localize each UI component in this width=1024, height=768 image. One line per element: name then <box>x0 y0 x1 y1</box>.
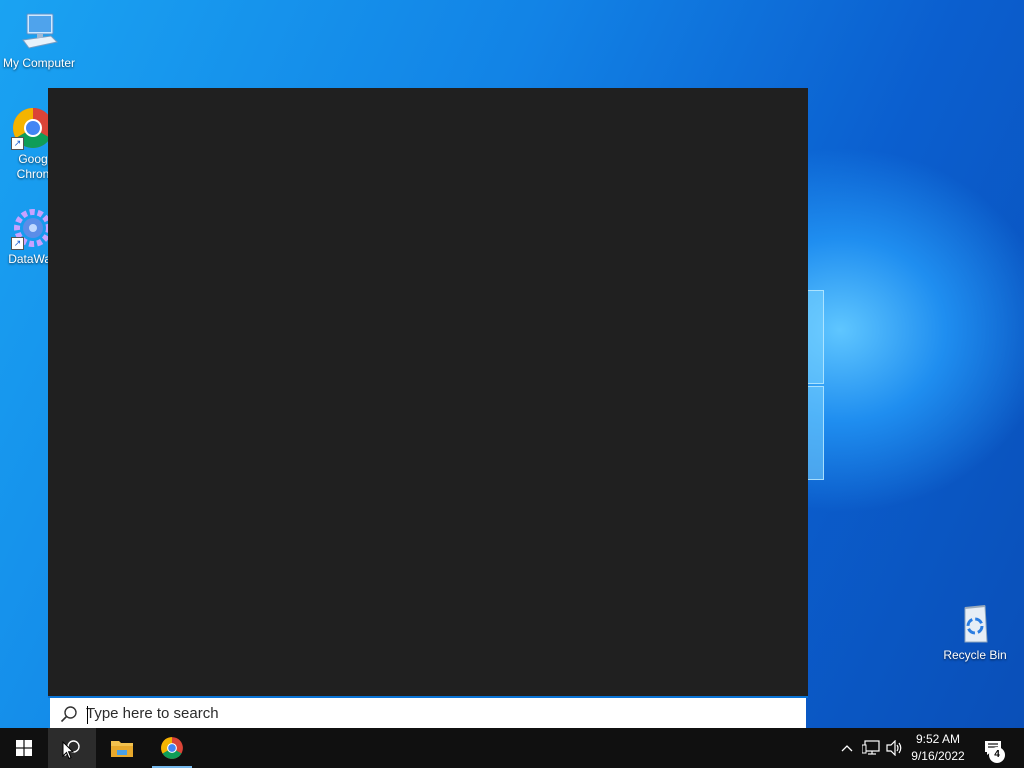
clock-date: 9/16/2022 <box>911 749 965 763</box>
desktop-icon-label: My Computer <box>2 56 76 70</box>
search-icon <box>60 705 78 723</box>
clock-time: 9:52 AM <box>915 732 961 746</box>
shortcut-arrow-icon: ↗ <box>11 237 24 250</box>
notification-count-badge: 4 <box>989 747 1005 763</box>
start-button[interactable] <box>0 728 48 768</box>
taskbar-clock[interactable]: 9:52 AM 9/16/2022 <box>904 731 972 765</box>
windows-logo-icon <box>16 740 32 756</box>
network-icon <box>862 740 880 755</box>
desktop-icon-label: Recycle Bin <box>943 648 1007 662</box>
desktop-icon-recycle-bin[interactable]: Recycle Bin <box>935 602 1015 663</box>
tray-show-hidden-button[interactable] <box>836 728 858 768</box>
search-box[interactable] <box>50 698 806 728</box>
recycle-bin-icon <box>953 602 997 646</box>
search-results-panel <box>48 88 808 698</box>
speaker-icon <box>886 740 902 756</box>
file-explorer-icon <box>111 741 133 757</box>
taskbar-file-explorer[interactable] <box>102 728 142 768</box>
computer-icon <box>17 10 61 54</box>
taskbar-chrome[interactable] <box>152 728 192 768</box>
mouse-cursor-icon <box>62 740 75 765</box>
chevron-up-icon <box>841 745 853 752</box>
text-caret <box>87 706 88 724</box>
search-input[interactable] <box>86 702 786 724</box>
tray-volume-button[interactable] <box>884 728 906 768</box>
desktop-icon-label: Goog Chron <box>16 152 50 181</box>
desktop-icon-my-computer[interactable]: My Computer <box>0 10 79 71</box>
shortcut-arrow-icon: ↗ <box>11 137 24 150</box>
tray-network-button[interactable] <box>860 728 882 768</box>
chrome-icon <box>161 737 183 759</box>
